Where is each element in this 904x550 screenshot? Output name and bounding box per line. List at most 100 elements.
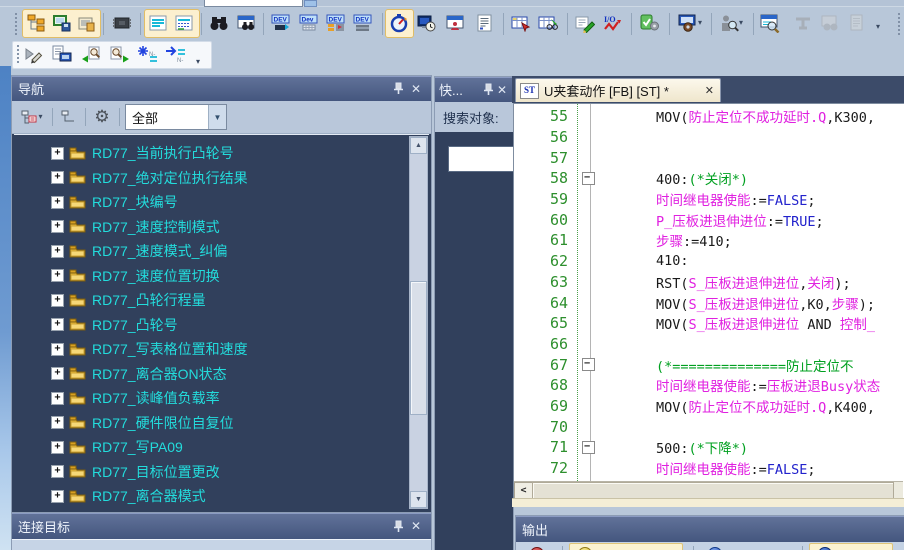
find-in-window-icon[interactable] — [234, 11, 258, 35]
fold-marker[interactable] — [577, 189, 601, 210]
monitor-donut-icon[interactable]: ▾ — [675, 11, 705, 35]
tab-st-program[interactable]: ST U夹套动作 [FB] [ST] * ✕ — [515, 78, 721, 102]
code-line[interactable]: 60 P_压板进退伸进位:=TRUE; — [514, 209, 904, 230]
device-search-person-icon[interactable]: ▾ — [716, 11, 746, 35]
expand-plus-icon[interactable]: + — [51, 245, 64, 258]
fold-marker[interactable] — [577, 375, 601, 396]
expand-plus-icon[interactable]: + — [51, 171, 64, 184]
toolbar-overflow-icon[interactable]: ▾ — [196, 58, 200, 66]
disabled-tool-2-icon[interactable] — [818, 11, 842, 35]
code-line[interactable]: 64 MOV(S_压板进退伸进位,K0,步骤); — [514, 292, 904, 313]
edit-arrow-pencil-icon[interactable] — [22, 42, 46, 66]
tree-item[interactable]: + RD77_读峰值负载率 — [14, 386, 429, 411]
tree-item[interactable]: + RD77_块编号 — [14, 190, 429, 215]
expand-plus-icon[interactable]: + — [51, 318, 64, 331]
close-icon[interactable]: ✕ — [407, 519, 425, 533]
close-icon[interactable]: ✕ — [407, 82, 425, 96]
toolbar-drag-handle[interactable] — [16, 44, 20, 64]
code-line[interactable]: 70 — [514, 416, 904, 437]
fold-marker[interactable] — [577, 416, 601, 437]
insert-above-icon[interactable]: N- — [135, 42, 159, 66]
tree-item[interactable]: + RD77_离合器模式 — [14, 484, 429, 509]
code-line[interactable]: 65 MOV(S_压板进退伸进位 AND 控制_ — [514, 313, 904, 334]
io-wave-icon[interactable]: I/O — [601, 11, 625, 35]
dropdown-arrow-icon[interactable]: ▾ — [38, 113, 42, 121]
expand-plus-icon[interactable]: + — [51, 392, 64, 405]
document-monitor-icon[interactable] — [50, 42, 74, 66]
tree-item[interactable]: + RD77_目标位置更改 — [14, 460, 429, 485]
expand-plus-icon[interactable]: + — [51, 196, 64, 209]
parameter-card-icon[interactable] — [75, 11, 99, 35]
fold-marker[interactable] — [577, 292, 601, 313]
tree-mode-icon[interactable]: ▾ — [16, 105, 48, 129]
fold-marker[interactable] — [577, 272, 601, 293]
expand-plus-icon[interactable]: + — [51, 294, 64, 307]
tree-collapse-icon[interactable] — [57, 105, 81, 129]
fold-marker[interactable] — [577, 127, 601, 148]
close-icon[interactable]: ✕ — [495, 83, 509, 97]
table-edit-red-icon[interactable] — [509, 11, 533, 35]
tree-item[interactable]: + RD77_绝对定位执行结果 — [14, 166, 429, 191]
window-magnifier-icon[interactable] — [758, 11, 782, 35]
fold-marker[interactable] — [577, 458, 601, 479]
tree-item[interactable]: + RD77_当前执行凸轮号 — [14, 141, 429, 166]
warning-filter-button[interactable] — [569, 543, 683, 550]
toolbar-overflow-icon[interactable]: ▾ — [876, 23, 880, 31]
code-line[interactable]: 55 MOV(防止定位不成功延时.Q,K300, — [514, 106, 904, 127]
code-line[interactable]: 72 时间继电器使能:=FALSE; — [514, 458, 904, 479]
fold-marker[interactable] — [577, 106, 601, 127]
expand-plus-icon[interactable]: + — [51, 465, 64, 478]
scroll-down-icon[interactable]: ▼ — [410, 491, 427, 508]
expand-plus-icon[interactable]: + — [51, 367, 64, 380]
grid-editor-icon[interactable] — [172, 11, 196, 35]
pin-icon[interactable] — [389, 82, 407, 95]
fold-marker[interactable] — [577, 209, 601, 230]
error-filter-button[interactable] — [522, 544, 552, 550]
box-pencil-icon[interactable] — [573, 11, 597, 35]
find-previous-icon[interactable] — [79, 42, 103, 66]
pin-icon[interactable] — [389, 520, 407, 533]
code-line[interactable]: 67 (*==============防止定位不 — [514, 354, 904, 375]
code-line[interactable]: 69 MOV(防止定位不成功延时.Q,K400, — [514, 396, 904, 417]
tab-close-icon[interactable]: ✕ — [703, 84, 716, 97]
toolbar-drag-handle[interactable] — [897, 12, 901, 36]
toolbar-drag-handle[interactable] — [14, 12, 18, 36]
device-comment-4-icon[interactable]: DEV — [351, 11, 375, 35]
pin-icon[interactable] — [481, 83, 495, 96]
code-line[interactable]: 62 410: — [514, 251, 904, 272]
find-binoculars-icon[interactable] — [207, 11, 231, 35]
code-line[interactable]: 57 — [514, 147, 904, 168]
toolbar-combobox-partial[interactable] — [204, 0, 303, 7]
device-comment-3-icon[interactable]: DEV — [324, 11, 348, 35]
fold-marker[interactable] — [577, 437, 601, 458]
device-comment-2-icon[interactable]: Dev — [297, 11, 321, 35]
scroll-up-icon[interactable]: ▲ — [410, 137, 427, 154]
code-line[interactable]: 63 RST(S_压板进退伸进位,关闭); — [514, 272, 904, 293]
toolbar-button-partial[interactable] — [304, 0, 317, 7]
save-project-icon[interactable] — [50, 11, 74, 35]
tree-item[interactable]: + RD77_速度位置切换 — [14, 264, 429, 289]
search-input[interactable] — [448, 146, 514, 172]
chevron-down-icon[interactable]: ▼ — [208, 105, 226, 129]
st-code-editor[interactable]: 55 MOV(防止定位不成功延时.Q,K300, 56 57 58 400:(*… — [513, 103, 904, 500]
disabled-tool-3-icon[interactable] — [844, 11, 868, 35]
watch-stopwatch-icon[interactable] — [387, 11, 411, 35]
expand-plus-icon[interactable]: + — [51, 490, 64, 503]
insert-below-icon[interactable]: N- — [163, 42, 187, 66]
message-filter-button[interactable] — [809, 543, 893, 550]
tree-item[interactable]: + RD77_写PA09 — [14, 435, 429, 460]
expand-plus-icon[interactable]: + — [51, 441, 64, 454]
dropdown-arrow-icon[interactable]: ▾ — [698, 19, 702, 27]
expand-plus-icon[interactable]: + — [51, 269, 64, 282]
monitor-clock-icon[interactable] — [414, 11, 438, 35]
fold-marker[interactable] — [577, 251, 601, 272]
window-person-icon[interactable] — [443, 11, 467, 35]
code-line[interactable]: 68 时间继电器使能:=压板进退Busy状态 — [514, 375, 904, 396]
expand-plus-icon[interactable]: + — [51, 147, 64, 160]
st-editor-lines-icon[interactable] — [146, 11, 170, 35]
code-line[interactable]: 59 时间继电器使能:=FALSE; — [514, 189, 904, 210]
tree-item[interactable]: + RD77_速度模式_纠偏 — [14, 239, 429, 264]
tree-item[interactable]: + RD77_速度控制模式 — [14, 215, 429, 240]
code-line[interactable]: 56 — [514, 127, 904, 148]
device-comment-1-icon[interactable]: DEV — [269, 11, 293, 35]
